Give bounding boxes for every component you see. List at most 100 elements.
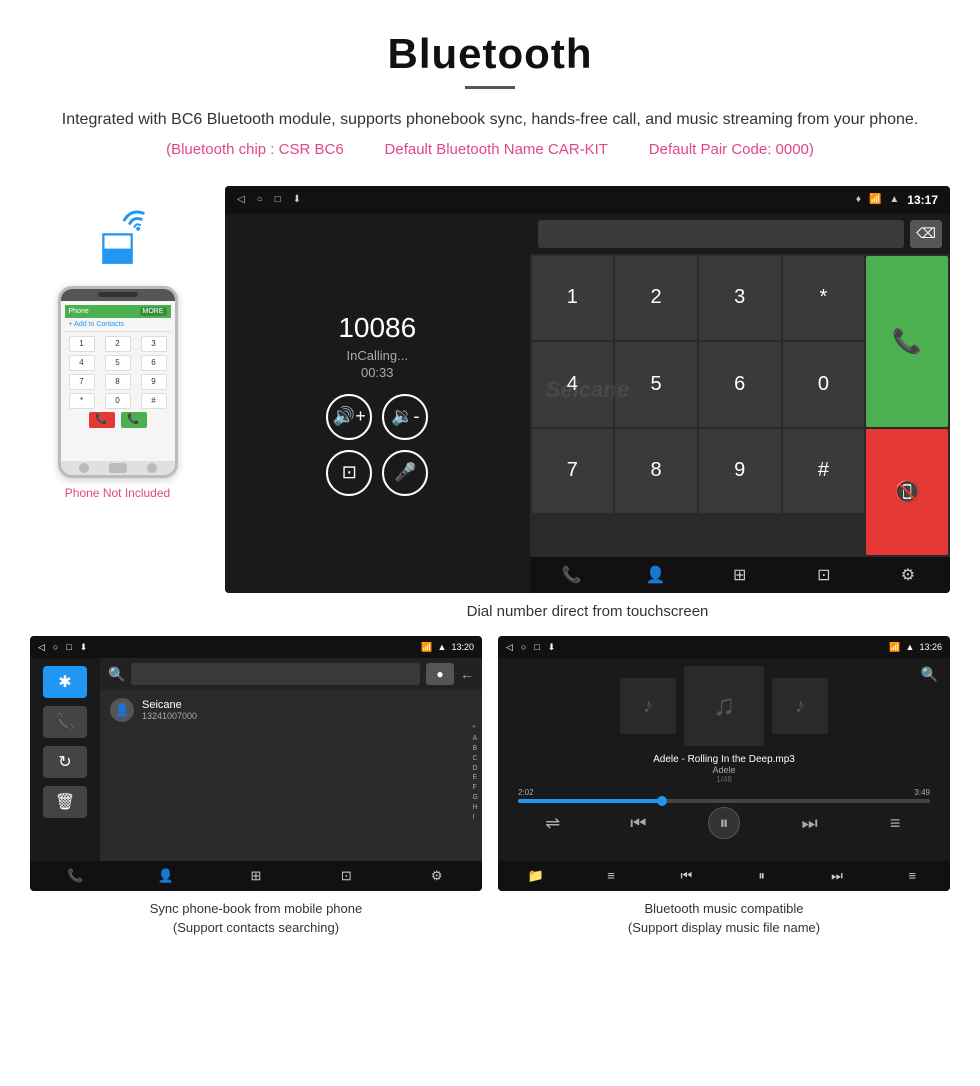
music-bottom-bar: 📁 ≡ ⏮ ⏸ ⏭ ≡ — [498, 861, 950, 891]
pb-search-field[interactable] — [131, 663, 420, 685]
phone-screen: Phone MORE + Add to Contacts 1 2 3 4 5 6 — [61, 301, 175, 461]
transfer-call-btn[interactable]: ⊡ — [326, 450, 372, 496]
key-0: 0 — [105, 393, 131, 409]
bottom-screenshots: ◁ ○ □ ⬇ 📶 ▲ 13:20 ✱ 📞 — [0, 636, 980, 957]
pb-time: 13:20 — [451, 642, 474, 652]
back-nav-icon: ◁ — [237, 194, 245, 205]
numpad-3[interactable]: 3 — [699, 256, 781, 340]
pb-caption: Sync phone-book from mobile phone (Suppo… — [150, 899, 362, 938]
music-nav-eq[interactable]: ≡ — [897, 861, 927, 891]
music-mini-screen: ◁ ○ □ ⬇ 📶 ▲ 13:26 🔍 ♪ ♫ — [498, 636, 950, 890]
music-nav-next[interactable]: ⏭ — [822, 861, 852, 891]
page-title: Bluetooth — [60, 30, 920, 78]
status-time: 13:17 — [907, 193, 938, 207]
end-call-icon: 📵 — [893, 479, 920, 505]
pb-back-icon: ◁ — [38, 642, 45, 653]
recent-nav-icon: □ — [275, 194, 281, 205]
nav-grid-icon[interactable]: ⊞ — [718, 557, 762, 593]
call-sidebar-btn[interactable]: 📞 — [43, 706, 87, 738]
phone-speaker — [98, 292, 138, 297]
contact-avatar: 👤 — [110, 698, 134, 722]
numpad-9[interactable]: 9 — [699, 429, 781, 513]
alpha-c[interactable]: C — [473, 754, 478, 764]
pb-contact-area: 👤 Seicane 13241007000 * A B C D — [100, 690, 482, 730]
next-btn[interactable]: ⏭ — [794, 807, 826, 839]
numpad-hash[interactable]: # — [783, 429, 865, 513]
phone-home-btn — [109, 463, 127, 473]
pb-statusbar-right: 📶 ▲ 13:20 — [421, 642, 474, 653]
dial-controls: 🔊+ 🔉- — [326, 394, 428, 440]
keypad-row-2: 4 5 6 — [69, 355, 167, 371]
nav-settings-icon[interactable]: ⚙ — [886, 557, 930, 593]
alpha-a[interactable]: A — [473, 734, 478, 744]
bluetooth-info: (Bluetooth chip : CSR BC6 Default Blueto… — [60, 141, 920, 158]
alpha-h[interactable]: H — [473, 803, 478, 813]
alpha-d[interactable]: D — [473, 764, 478, 774]
music-statusbar-right: 📶 ▲ 13:26 — [889, 642, 942, 653]
phone-add-contact: + Add to Contacts — [65, 318, 171, 332]
music-nav-prev[interactable]: ⏮ — [671, 861, 701, 891]
shuffle-btn[interactable]: ⇌ — [537, 807, 569, 839]
delete-sidebar-btn[interactable]: 🗑 — [43, 786, 87, 818]
bluetooth-wifi-area: ⬓ — [83, 206, 153, 286]
microphone-btn[interactable]: 🎤 — [382, 450, 428, 496]
music-note-right: ♪ — [795, 695, 805, 718]
dial-status: InCalling... — [347, 348, 408, 363]
nav-person-icon[interactable]: 👤 — [634, 557, 678, 593]
numpad-1[interactable]: 1 — [532, 256, 614, 340]
play-pause-btn[interactable]: ⏸ — [708, 807, 740, 839]
music-nav-play[interactable]: ⏸ — [747, 861, 777, 891]
numpad-star[interactable]: * — [783, 256, 865, 340]
pb-nav-grid[interactable]: ⊞ — [241, 861, 271, 891]
pb-back-arrow[interactable]: ← — [460, 666, 474, 682]
music-current-time: 2:02 — [518, 788, 534, 797]
end-call-button[interactable]: 📵 — [866, 429, 948, 556]
alpha-b[interactable]: B — [473, 744, 478, 754]
numpad-0[interactable]: 0 — [783, 342, 865, 426]
page-header: Bluetooth Integrated with BC6 Bluetooth … — [0, 0, 980, 186]
pb-nav-transfer[interactable]: ⊡ — [331, 861, 361, 891]
music-nav-list[interactable]: ≡ — [596, 861, 626, 891]
key-1: 1 — [69, 336, 95, 352]
call-button[interactable]: 📞 — [866, 256, 948, 427]
sync-sidebar-btn[interactable]: ↻ — [43, 746, 87, 778]
numpad-4[interactable]: 4 — [532, 342, 614, 426]
pb-statusbar: ◁ ○ □ ⬇ 📶 ▲ 13:20 — [30, 636, 482, 658]
phone-more-btn: MORE — [140, 307, 167, 316]
numpad-6[interactable]: 6 — [699, 342, 781, 426]
numpad-2[interactable]: 2 — [615, 256, 697, 340]
contact-info: Seicane 13241007000 — [142, 699, 197, 721]
music-search-icon[interactable]: 🔍 — [921, 666, 938, 683]
phonebook-layout: ✱ 📞 ↻ 🗑 🔍 — [30, 658, 482, 860]
music-progress-bar[interactable] — [518, 799, 930, 803]
prev-btn[interactable]: ⏮ — [622, 807, 654, 839]
album-art-main: ♫ — [684, 666, 764, 746]
dial-backspace-btn[interactable]: ⌫ — [910, 220, 942, 248]
alpha-f[interactable]: F — [473, 783, 478, 793]
numpad-5[interactable]: 5 — [615, 342, 697, 426]
music-nav-folder[interactable]: 📁 — [521, 861, 551, 891]
equalizer-btn[interactable]: ≡ — [879, 807, 911, 839]
nav-transfer-icon[interactable]: ⊡ — [802, 557, 846, 593]
pb-home-icon: ○ — [53, 642, 58, 653]
pb-circle-btn[interactable]: ● — [426, 663, 454, 685]
dial-input-field[interactable] — [538, 220, 905, 248]
pb-recent-icon: □ — [66, 642, 71, 653]
volume-down-icon: 🔉- — [391, 406, 419, 427]
pb-nav-person[interactable]: 👤 — [151, 861, 181, 891]
numpad-7[interactable]: 7 — [532, 429, 614, 513]
alpha-star[interactable]: * — [473, 724, 478, 734]
alpha-i[interactable]: I — [473, 813, 478, 823]
music-progress-area: 2:02 3:49 — [510, 788, 938, 803]
home-nav-icon: ○ — [257, 194, 263, 205]
volume-down-btn[interactable]: 🔉- — [382, 394, 428, 440]
numpad-8[interactable]: 8 — [615, 429, 697, 513]
volume-up-btn[interactable]: 🔊+ — [326, 394, 372, 440]
alpha-e[interactable]: E — [473, 773, 478, 783]
nav-call-icon[interactable]: 📞 — [550, 557, 594, 593]
pb-nav-settings[interactable]: ⚙ — [422, 861, 452, 891]
alpha-g[interactable]: G — [473, 793, 478, 803]
music-title: Adele - Rolling In the Deep.mp3 — [653, 754, 795, 765]
bt-sidebar-btn[interactable]: ✱ — [43, 666, 87, 698]
pb-nav-call[interactable]: 📞 — [60, 861, 90, 891]
